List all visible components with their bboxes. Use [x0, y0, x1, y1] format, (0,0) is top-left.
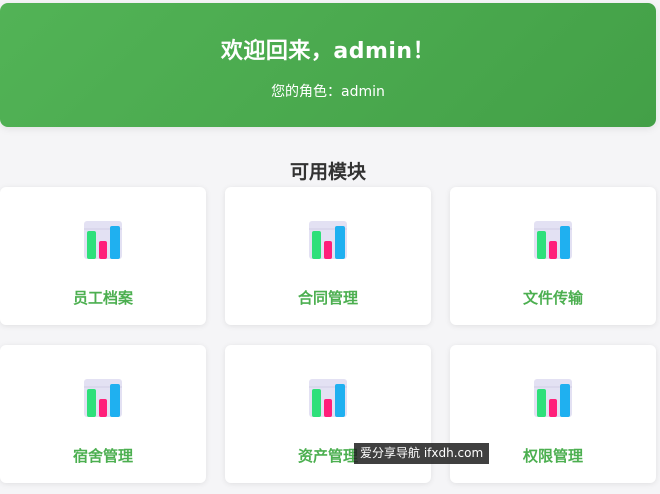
module-label: 员工档案 — [72, 289, 133, 307]
module-card-employee-records[interactable]: 员工档案 — [0, 187, 206, 325]
bar-chart-icon — [84, 221, 122, 259]
welcome-title: 欢迎回来，admin！ — [220, 39, 436, 64]
module-card-dormitory-management[interactable]: 宿舍管理 — [0, 345, 206, 483]
bar-chart-icon — [84, 379, 122, 417]
bar-chart-icon — [534, 379, 572, 417]
bar-chart-icon — [309, 379, 347, 417]
module-label: 合同管理 — [297, 289, 358, 307]
dashboard-page: 欢迎回来，admin！ 您的角色：admin 可用模块 员工档案 合同管理 文件… — [0, 0, 660, 494]
modules-title: 可用模块 — [289, 161, 366, 183]
module-card-file-transfer[interactable]: 文件传输 — [450, 187, 656, 325]
welcome-banner: 欢迎回来，admin！ 您的角色：admin — [0, 3, 656, 127]
module-label: 宿舍管理 — [72, 447, 133, 465]
bar-chart-icon — [534, 221, 572, 259]
bar-chart-icon — [309, 221, 347, 259]
site-watermark: 爱分享导航 ifxdh.com — [354, 443, 490, 464]
user-role: 您的角色：admin — [271, 84, 385, 100]
module-card-contract-management[interactable]: 合同管理 — [225, 187, 431, 325]
module-label: 文件传输 — [522, 289, 583, 307]
